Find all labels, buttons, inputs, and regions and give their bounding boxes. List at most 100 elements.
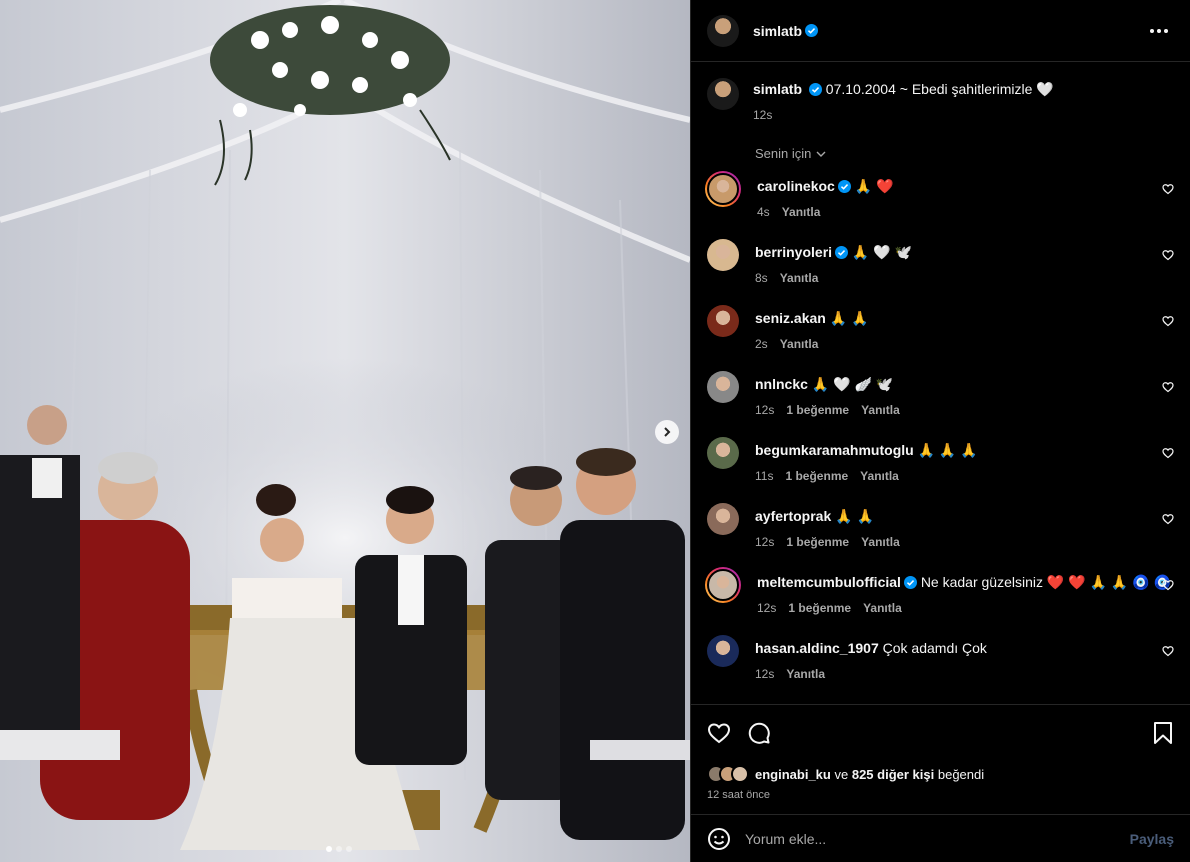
comment-like-heart-icon[interactable]: [1162, 579, 1174, 591]
comment-meta: 12s 1 beğenme Yanıtla: [755, 401, 1174, 419]
carousel-dot: [346, 846, 352, 852]
commenter-username[interactable]: hasan.aldinc_1907: [755, 640, 879, 656]
comment-item: begumkaramahmutoglu 🙏 🙏 🙏 11s 1 beğenme …: [707, 435, 1174, 491]
post-time[interactable]: 12 saat önce: [707, 789, 1174, 801]
comment-like-heart-icon[interactable]: [1162, 183, 1174, 195]
commenter-avatar[interactable]: [707, 635, 739, 667]
comment-likes-count[interactable]: 1 beğenme: [785, 467, 848, 485]
story-ring[interactable]: [705, 567, 741, 603]
commenter-username[interactable]: meltemcumbulofficial: [757, 574, 901, 590]
comment-like-heart-icon[interactable]: [1162, 315, 1174, 327]
reply-button[interactable]: Yanıtla: [860, 467, 899, 485]
comment-item: ayfertoprak 🙏 🙏 12s 1 beğenme Yanıtla: [707, 501, 1174, 557]
comment-meta: 12s Yanıtla: [755, 665, 1174, 683]
comment-meta: 12s 1 beğenme Yanıtla: [757, 599, 1174, 617]
commenter-avatar[interactable]: [707, 503, 739, 535]
comment-composer: Paylaş: [691, 814, 1190, 862]
comment-input[interactable]: [745, 830, 1130, 847]
commenter-username[interactable]: carolinekoc: [757, 178, 835, 194]
comment-time: 2s: [755, 337, 768, 351]
comment-time: 8s: [755, 271, 768, 285]
comment-likes-count[interactable]: 1 beğenme: [786, 401, 849, 419]
commenter-avatar[interactable]: [707, 173, 739, 205]
comment-time: 12s: [755, 667, 775, 681]
reply-button[interactable]: Yanıtla: [786, 665, 825, 683]
comment-time: 12s: [755, 403, 775, 417]
comment-like-heart-icon[interactable]: [1162, 645, 1174, 657]
commenter-avatar[interactable]: [707, 569, 739, 601]
comment-bubble-icon[interactable]: [747, 721, 771, 745]
reply-button[interactable]: Yanıtla: [780, 269, 819, 287]
comment-like-heart-icon[interactable]: [1162, 249, 1174, 261]
more-options-button[interactable]: [1144, 23, 1174, 39]
comment-time: 12s: [757, 601, 777, 615]
caption-meta: 12s: [753, 106, 1054, 124]
verified-badge-icon: [903, 576, 917, 589]
reply-button[interactable]: Yanıtla: [863, 599, 902, 617]
emoji-icon[interactable]: [707, 827, 731, 851]
comment-meta: 12s 1 beğenme Yanıtla: [755, 533, 1174, 551]
reply-button[interactable]: Yanıtla: [782, 203, 821, 221]
others-likes-link[interactable]: 825 diğer kişi: [852, 767, 934, 782]
more-dot: [1157, 28, 1161, 33]
author-username[interactable]: simlatb: [753, 23, 802, 39]
comment-text: 🙏 ❤️: [854, 178, 894, 194]
commenter-username[interactable]: berrinyoleri: [755, 244, 832, 260]
commenter-username[interactable]: begumkaramahmutoglu: [755, 442, 914, 458]
reply-button[interactable]: Yanıtla: [861, 533, 900, 551]
comment-like-heart-icon[interactable]: [1162, 381, 1174, 393]
post-comment-button[interactable]: Paylaş: [1130, 831, 1174, 847]
comments-section[interactable]: simlatb 07.10.2004 ~ Ebedi şahitlerimizl…: [691, 62, 1190, 704]
commenter-username[interactable]: ayfertoprak: [755, 508, 831, 524]
comment-text: 🙏 🙏 🙏: [917, 442, 978, 458]
likes-connector: ve: [834, 766, 849, 782]
caption-text: 07.10.2004 ~ Ebedi şahitlerimizle 🤍: [825, 81, 1054, 97]
comment-likes-count[interactable]: 1 beğenme: [788, 599, 851, 617]
verified-badge-icon: [805, 24, 819, 37]
post-photo[interactable]: [0, 0, 690, 862]
first-liker-username[interactable]: enginabi_ku: [755, 767, 831, 782]
next-photo-button[interactable]: [655, 420, 679, 444]
post-header: simlatb: [691, 0, 1190, 62]
reply-button[interactable]: Yanıtla: [861, 401, 900, 419]
commenter-avatar[interactable]: [707, 371, 739, 403]
bookmark-icon[interactable]: [1152, 721, 1174, 745]
comment-sort-dropdown[interactable]: Senin için: [755, 146, 1174, 161]
verified-badge-icon: [837, 180, 851, 193]
likes-suffix: beğendi: [937, 766, 985, 782]
commenter-username[interactable]: nnlnckc: [755, 376, 808, 392]
reply-button[interactable]: Yanıtla: [780, 335, 819, 353]
comment-text: 🙏 🙏: [829, 310, 869, 326]
comment-item: meltemcumbulofficial Ne kadar güzelsiniz…: [705, 567, 1174, 623]
verified-badge-icon: [808, 83, 822, 96]
likes-summary: enginabi_ku ve 825 diğer kişi beğendi: [707, 765, 1174, 783]
comment-sort-label: Senin için: [755, 146, 812, 161]
commenter-username[interactable]: seniz.akan: [755, 310, 826, 326]
comment-text: Çok adamdı Çok: [882, 640, 987, 656]
commenter-avatar[interactable]: [707, 239, 739, 271]
like-heart-icon[interactable]: [707, 721, 731, 745]
comment-likes-count[interactable]: 1 beğenme: [786, 533, 849, 551]
comment-like-heart-icon[interactable]: [1162, 513, 1174, 525]
chevron-right-icon: [664, 427, 671, 437]
comment-meta: 4s Yanıtla: [757, 203, 1174, 221]
story-ring[interactable]: [705, 171, 741, 207]
caption-author-avatar[interactable]: [707, 78, 739, 110]
comment-text: 🙏 🙏: [835, 508, 874, 524]
more-dot: [1164, 28, 1168, 33]
commenter-avatar[interactable]: [707, 305, 739, 337]
comment-text: 🙏 🤍 🪽 🕊️: [811, 376, 894, 392]
comment-item: nnlnckc 🙏 🤍 🪽 🕊️ 12s 1 beğenme Yanıtla: [707, 369, 1174, 425]
comment-time: 11s: [755, 469, 774, 483]
author-avatar[interactable]: [707, 14, 739, 47]
carousel-indicator: [326, 846, 352, 852]
comment-like-heart-icon[interactable]: [1162, 447, 1174, 459]
caption-time: 12s: [753, 108, 773, 122]
comment-meta: 2s Yanıtla: [755, 335, 1174, 353]
commenter-avatar[interactable]: [707, 437, 739, 469]
caption-author-username[interactable]: simlatb: [753, 81, 802, 97]
comment-list: carolinekoc 🙏 ❤️ 4s Yanıtla berrinyoleri…: [705, 171, 1174, 689]
comment-item: seniz.akan 🙏 🙏 2s Yanıtla: [707, 303, 1174, 359]
carousel-dot: [336, 846, 342, 852]
comment-item: carolinekoc 🙏 ❤️ 4s Yanıtla: [705, 171, 1174, 227]
